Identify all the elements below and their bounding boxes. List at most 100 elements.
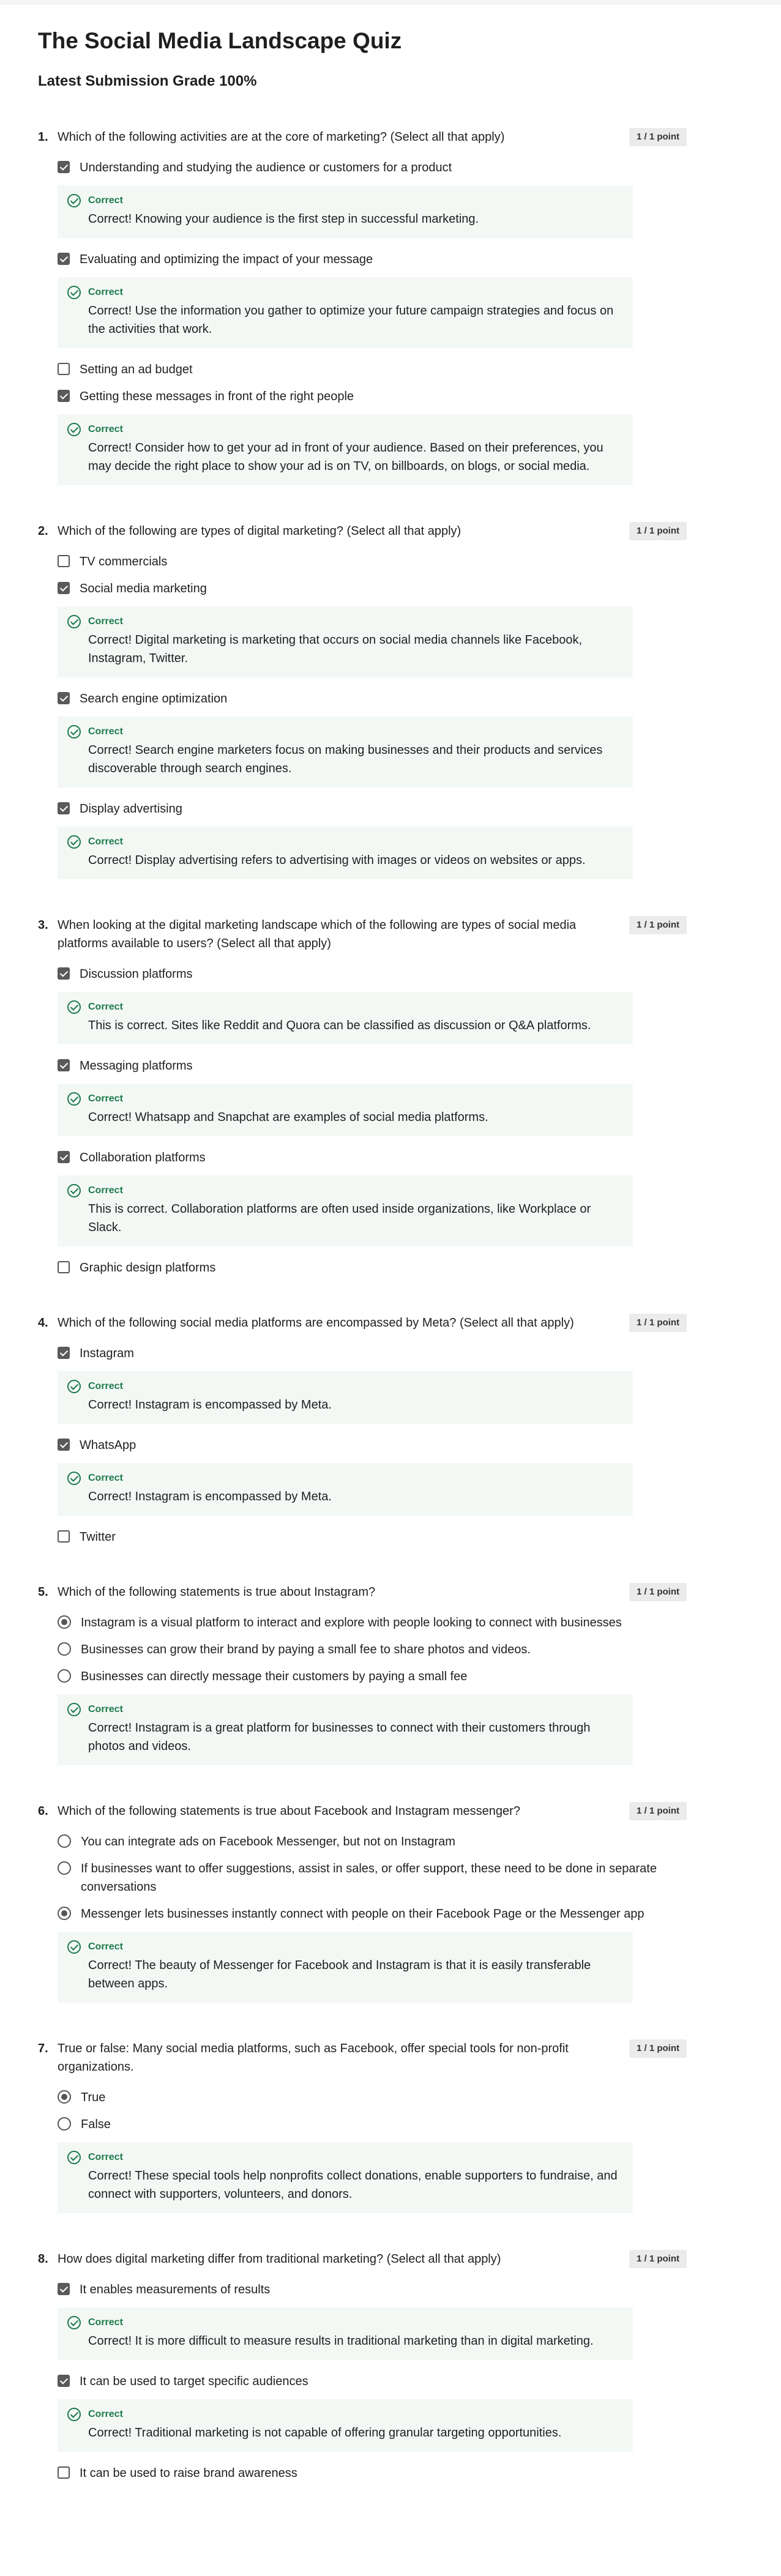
checkbox[interactable] [58,1530,70,1543]
feedback-box: Correct This is correct. Sites like Reddi… [58,992,633,1044]
checkbox-option[interactable]: Social media marketing [58,579,687,598]
checkbox[interactable] [58,802,70,814]
checkbox-option[interactable]: Twitter [58,1528,687,1546]
checkbox[interactable] [58,2466,70,2479]
checkbox-option[interactable]: Getting these messages in front of the r… [58,387,687,406]
feedback-box: Correct Correct! Whatsapp and Snapchat ar… [58,1084,633,1136]
option-label: TV commercials [80,555,168,568]
checkbox[interactable] [58,2375,70,2387]
checkbox[interactable] [58,1059,70,1071]
feedback-text: Correct! Search engine marketers focus o… [88,743,603,775]
radio-button[interactable] [58,1669,71,1683]
option-label: It enables measurements of results [80,2283,271,2296]
checkbox[interactable] [58,253,70,265]
feedback-text: This is correct. Sites like Reddit and Q… [88,1019,591,1032]
radio-button[interactable] [58,1861,71,1875]
checkbox-option[interactable]: It can be used to target specific audien… [58,2372,687,2391]
check-circle-icon [67,1472,81,1485]
points-badge: 1 / 1 point [629,2250,687,2268]
feedback-status: Correct [88,1941,123,1952]
checkbox-option[interactable]: Collaboration platforms [58,1148,687,1167]
feedback-box: Correct Correct! Search engine marketers … [58,717,633,787]
checkbox[interactable] [58,1261,70,1273]
check-circle-icon [67,1940,81,1954]
feedback-body: Correct Correct! Whatsapp and Snapchat ar… [88,1092,488,1126]
feedback-body: Correct This is correct. Sites like Reddi… [88,1000,591,1035]
answer-options: True False Correct Correct! These special t… [58,2088,687,2213]
answer-options: It enables measurements of results Correc… [58,2280,687,2482]
feedback-status: Correct [88,2409,123,2419]
checkbox-option[interactable]: Search engine optimization [58,690,687,708]
radio-button[interactable] [58,2117,71,2131]
checkbox[interactable] [58,582,70,594]
checkbox-option[interactable]: Messaging platforms [58,1057,687,1075]
checkbox[interactable] [58,1347,70,1359]
feedback-status: Correct [88,287,123,297]
checkbox-option[interactable]: Instagram [58,1344,687,1363]
question-6: 6. Which of the following statements is t… [38,1802,687,2003]
option-label: True [81,2091,106,2104]
checkbox-option[interactable]: It enables measurements of results [58,2280,687,2299]
option-label: If businesses want to offer suggestions,… [81,1862,657,1894]
checkbox-option[interactable]: Display advertising [58,800,687,818]
radio-option[interactable]: False [58,2115,687,2134]
checkbox-option[interactable]: Discussion platforms [58,965,687,983]
feedback-text: Correct! Use the information you gather … [88,304,614,336]
feedback-text: Correct! Digital marketing is marketing … [88,633,583,665]
checkbox[interactable] [58,1439,70,1451]
points-badge: 1 / 1 point [629,2039,687,2058]
quiz-title: The Social Media Landscape Quiz [38,28,402,53]
feedback-box: Correct Correct! Display advertising refe… [58,827,633,879]
check-circle-icon [67,286,81,299]
question-7: 7. True or false: Many social media platf… [38,2039,687,2213]
checkbox-option[interactable]: It can be used to raise brand awareness [58,2464,687,2482]
points-badge: 1 / 1 point [629,128,687,146]
radio-option[interactable]: Businesses can directly message their cu… [58,1667,687,1686]
answer-options: You can integrate ads on Facebook Messen… [58,1833,687,2003]
checkbox[interactable] [58,1151,70,1163]
checkbox-option[interactable]: Graphic design platforms [58,1259,687,1277]
points-badge: 1 / 1 point [629,1314,687,1332]
radio-button[interactable] [58,2090,71,2104]
question-header: 3. When looking at the digital marketing … [38,916,725,953]
radio-option[interactable]: You can integrate ads on Facebook Messen… [58,1833,687,1851]
checkbox[interactable] [58,2283,70,2295]
question-text: How does digital marketing differ from t… [58,2252,501,2266]
checkbox-option[interactable]: TV commercials [58,553,687,571]
radio-option[interactable]: True [58,2088,687,2107]
radio-button[interactable] [58,1907,71,1920]
checkbox[interactable] [58,692,70,704]
check-circle-icon [67,615,81,628]
feedback-box: Correct Correct! Instagram is encompassed… [58,1371,633,1424]
question-header: 5. Which of the following statements is t… [38,1583,725,1601]
feedback-body: Correct Correct! Instagram is encompassed… [88,1380,332,1414]
radio-option[interactable]: Messenger lets businesses instantly conn… [58,1905,687,1923]
feedback-box: Correct Correct! Use the information you … [58,277,633,348]
option-label: It can be used to target specific audien… [80,2375,308,2388]
checkbox[interactable] [58,555,70,567]
radio-option[interactable]: Instagram is a visual platform to intera… [58,1614,687,1632]
feedback-text: This is correct. Collaboration platforms… [88,1202,591,1234]
feedback-box: Correct Correct! Knowing your audience is… [58,185,633,238]
radio-button[interactable] [58,1834,71,1848]
radio-option[interactable]: Businesses can grow their brand by payin… [58,1640,687,1659]
checkbox-option[interactable]: WhatsApp [58,1436,687,1454]
radio-button[interactable] [58,1615,71,1629]
checkbox-option[interactable]: Setting an ad budget [58,360,687,379]
radio-option[interactable]: If businesses want to offer suggestions,… [58,1859,687,1896]
question-number: 8. [38,2252,48,2266]
checkbox[interactable] [58,363,70,375]
checkbox[interactable] [58,967,70,980]
option-label: Evaluating and optimizing the impact of … [80,253,373,266]
feedback-body: Correct Correct! The beauty of Messenger … [88,1940,621,1993]
feedback-box: Correct This is correct. Collaboration pl… [58,1175,633,1246]
checkbox[interactable] [58,390,70,402]
checkbox-option[interactable]: Evaluating and optimizing the impact of … [58,250,687,269]
radio-button[interactable] [58,1642,71,1656]
checkbox[interactable] [58,161,70,173]
feedback-body: Correct Correct! It is more difficult to … [88,2316,594,2350]
feedback-body: Correct Correct! Display advertising refe… [88,835,586,869]
feedback-text: Correct! These special tools help nonpro… [88,2169,618,2201]
feedback-body: Correct Correct! These special tools help… [88,2151,621,2203]
checkbox-option[interactable]: Understanding and studying the audience … [58,158,687,177]
